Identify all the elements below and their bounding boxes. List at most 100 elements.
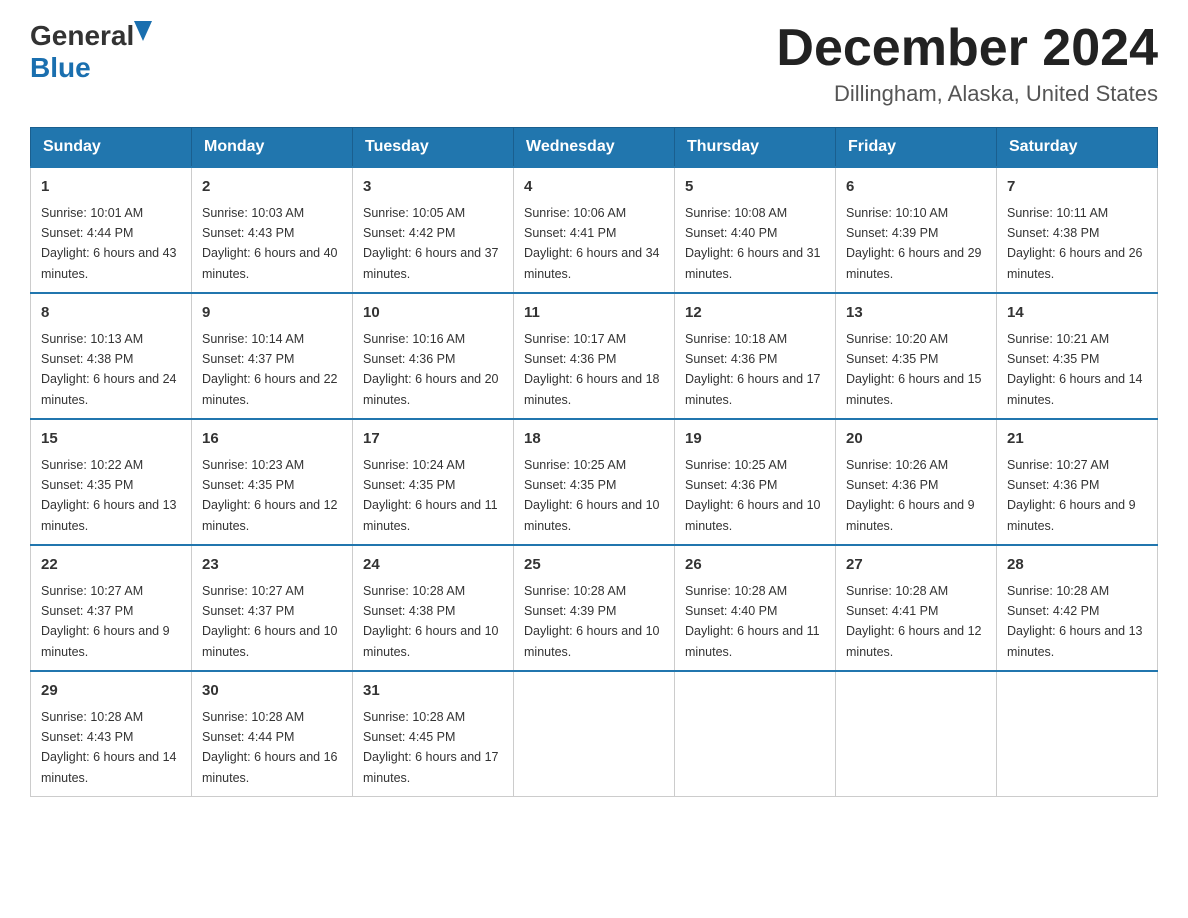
day-number: 22 (41, 554, 181, 577)
day-info: Sunrise: 10:13 AMSunset: 4:38 PMDaylight… (41, 332, 177, 407)
day-info: Sunrise: 10:17 AMSunset: 4:36 PMDaylight… (524, 332, 660, 407)
calendar-cell: 14 Sunrise: 10:21 AMSunset: 4:35 PMDayli… (997, 293, 1158, 419)
day-number: 21 (1007, 428, 1147, 451)
calendar-cell: 8 Sunrise: 10:13 AMSunset: 4:38 PMDaylig… (31, 293, 192, 419)
calendar-week-row: 29 Sunrise: 10:28 AMSunset: 4:43 PMDayli… (31, 671, 1158, 797)
day-info: Sunrise: 10:24 AMSunset: 4:35 PMDaylight… (363, 458, 498, 533)
day-number: 23 (202, 554, 342, 577)
day-info: Sunrise: 10:28 AMSunset: 4:42 PMDaylight… (1007, 584, 1143, 659)
day-number: 28 (1007, 554, 1147, 577)
column-header-sunday: Sunday (31, 128, 192, 168)
calendar-cell: 2 Sunrise: 10:03 AMSunset: 4:43 PMDaylig… (192, 167, 353, 293)
day-info: Sunrise: 10:28 AMSunset: 4:45 PMDaylight… (363, 710, 499, 785)
day-info: Sunrise: 10:11 AMSunset: 4:38 PMDaylight… (1007, 206, 1143, 281)
calendar-cell: 10 Sunrise: 10:16 AMSunset: 4:36 PMDayli… (353, 293, 514, 419)
location-subtitle: Dillingham, Alaska, United States (776, 81, 1158, 107)
calendar-cell: 6 Sunrise: 10:10 AMSunset: 4:39 PMDaylig… (836, 167, 997, 293)
day-number: 25 (524, 554, 664, 577)
day-number: 2 (202, 176, 342, 199)
day-info: Sunrise: 10:28 AMSunset: 4:44 PMDaylight… (202, 710, 338, 785)
logo-blue-text: Blue (30, 52, 91, 84)
column-header-thursday: Thursday (675, 128, 836, 168)
day-number: 24 (363, 554, 503, 577)
day-info: Sunrise: 10:27 AMSunset: 4:36 PMDaylight… (1007, 458, 1136, 533)
day-number: 7 (1007, 176, 1147, 199)
column-header-tuesday: Tuesday (353, 128, 514, 168)
calendar-cell: 28 Sunrise: 10:28 AMSunset: 4:42 PMDayli… (997, 545, 1158, 671)
calendar-cell: 12 Sunrise: 10:18 AMSunset: 4:36 PMDayli… (675, 293, 836, 419)
calendar-cell: 27 Sunrise: 10:28 AMSunset: 4:41 PMDayli… (836, 545, 997, 671)
calendar-cell: 1 Sunrise: 10:01 AMSunset: 4:44 PMDaylig… (31, 167, 192, 293)
column-header-saturday: Saturday (997, 128, 1158, 168)
day-number: 16 (202, 428, 342, 451)
calendar-cell (514, 671, 675, 797)
day-number: 12 (685, 302, 825, 325)
page-header: General Blue December 2024 Dillingham, A… (30, 20, 1158, 107)
day-number: 20 (846, 428, 986, 451)
day-info: Sunrise: 10:20 AMSunset: 4:35 PMDaylight… (846, 332, 982, 407)
day-number: 10 (363, 302, 503, 325)
calendar-cell: 3 Sunrise: 10:05 AMSunset: 4:42 PMDaylig… (353, 167, 514, 293)
day-info: Sunrise: 10:10 AMSunset: 4:39 PMDaylight… (846, 206, 982, 281)
calendar-cell: 16 Sunrise: 10:23 AMSunset: 4:35 PMDayli… (192, 419, 353, 545)
logo-general-text: General (30, 20, 134, 52)
day-number: 4 (524, 176, 664, 199)
day-info: Sunrise: 10:28 AMSunset: 4:40 PMDaylight… (685, 584, 820, 659)
calendar-cell (675, 671, 836, 797)
day-info: Sunrise: 10:28 AMSunset: 4:39 PMDaylight… (524, 584, 660, 659)
calendar-cell: 23 Sunrise: 10:27 AMSunset: 4:37 PMDayli… (192, 545, 353, 671)
column-header-wednesday: Wednesday (514, 128, 675, 168)
day-number: 6 (846, 176, 986, 199)
column-header-friday: Friday (836, 128, 997, 168)
calendar-cell: 19 Sunrise: 10:25 AMSunset: 4:36 PMDayli… (675, 419, 836, 545)
calendar-week-row: 22 Sunrise: 10:27 AMSunset: 4:37 PMDayli… (31, 545, 1158, 671)
day-info: Sunrise: 10:01 AMSunset: 4:44 PMDaylight… (41, 206, 177, 281)
day-info: Sunrise: 10:27 AMSunset: 4:37 PMDaylight… (41, 584, 170, 659)
day-number: 27 (846, 554, 986, 577)
day-number: 17 (363, 428, 503, 451)
day-info: Sunrise: 10:28 AMSunset: 4:41 PMDaylight… (846, 584, 982, 659)
calendar-cell: 9 Sunrise: 10:14 AMSunset: 4:37 PMDaylig… (192, 293, 353, 419)
day-info: Sunrise: 10:14 AMSunset: 4:37 PMDaylight… (202, 332, 338, 407)
calendar-cell: 31 Sunrise: 10:28 AMSunset: 4:45 PMDayli… (353, 671, 514, 797)
day-number: 14 (1007, 302, 1147, 325)
day-number: 8 (41, 302, 181, 325)
day-info: Sunrise: 10:25 AMSunset: 4:36 PMDaylight… (685, 458, 821, 533)
day-number: 1 (41, 176, 181, 199)
calendar-table: SundayMondayTuesdayWednesdayThursdayFrid… (30, 127, 1158, 797)
day-number: 19 (685, 428, 825, 451)
day-info: Sunrise: 10:22 AMSunset: 4:35 PMDaylight… (41, 458, 177, 533)
day-number: 15 (41, 428, 181, 451)
day-info: Sunrise: 10:03 AMSunset: 4:43 PMDaylight… (202, 206, 338, 281)
calendar-cell (836, 671, 997, 797)
day-info: Sunrise: 10:08 AMSunset: 4:40 PMDaylight… (685, 206, 821, 281)
title-section: December 2024 Dillingham, Alaska, United… (776, 20, 1158, 107)
logo: General Blue (30, 20, 152, 84)
calendar-cell: 22 Sunrise: 10:27 AMSunset: 4:37 PMDayli… (31, 545, 192, 671)
day-info: Sunrise: 10:06 AMSunset: 4:41 PMDaylight… (524, 206, 660, 281)
day-info: Sunrise: 10:23 AMSunset: 4:35 PMDaylight… (202, 458, 338, 533)
day-number: 31 (363, 680, 503, 703)
calendar-week-row: 1 Sunrise: 10:01 AMSunset: 4:44 PMDaylig… (31, 167, 1158, 293)
day-info: Sunrise: 10:28 AMSunset: 4:43 PMDaylight… (41, 710, 177, 785)
calendar-cell: 11 Sunrise: 10:17 AMSunset: 4:36 PMDayli… (514, 293, 675, 419)
calendar-cell: 15 Sunrise: 10:22 AMSunset: 4:35 PMDayli… (31, 419, 192, 545)
day-info: Sunrise: 10:05 AMSunset: 4:42 PMDaylight… (363, 206, 499, 281)
calendar-cell: 30 Sunrise: 10:28 AMSunset: 4:44 PMDayli… (192, 671, 353, 797)
calendar-cell: 26 Sunrise: 10:28 AMSunset: 4:40 PMDayli… (675, 545, 836, 671)
day-info: Sunrise: 10:18 AMSunset: 4:36 PMDaylight… (685, 332, 821, 407)
day-number: 13 (846, 302, 986, 325)
calendar-week-row: 15 Sunrise: 10:22 AMSunset: 4:35 PMDayli… (31, 419, 1158, 545)
calendar-header-row: SundayMondayTuesdayWednesdayThursdayFrid… (31, 128, 1158, 168)
day-info: Sunrise: 10:21 AMSunset: 4:35 PMDaylight… (1007, 332, 1143, 407)
day-info: Sunrise: 10:16 AMSunset: 4:36 PMDaylight… (363, 332, 499, 407)
calendar-cell: 20 Sunrise: 10:26 AMSunset: 4:36 PMDayli… (836, 419, 997, 545)
calendar-cell (997, 671, 1158, 797)
calendar-cell: 21 Sunrise: 10:27 AMSunset: 4:36 PMDayli… (997, 419, 1158, 545)
calendar-cell: 13 Sunrise: 10:20 AMSunset: 4:35 PMDayli… (836, 293, 997, 419)
day-number: 3 (363, 176, 503, 199)
calendar-cell: 17 Sunrise: 10:24 AMSunset: 4:35 PMDayli… (353, 419, 514, 545)
day-number: 29 (41, 680, 181, 703)
calendar-cell: 24 Sunrise: 10:28 AMSunset: 4:38 PMDayli… (353, 545, 514, 671)
month-year-title: December 2024 (776, 20, 1158, 77)
